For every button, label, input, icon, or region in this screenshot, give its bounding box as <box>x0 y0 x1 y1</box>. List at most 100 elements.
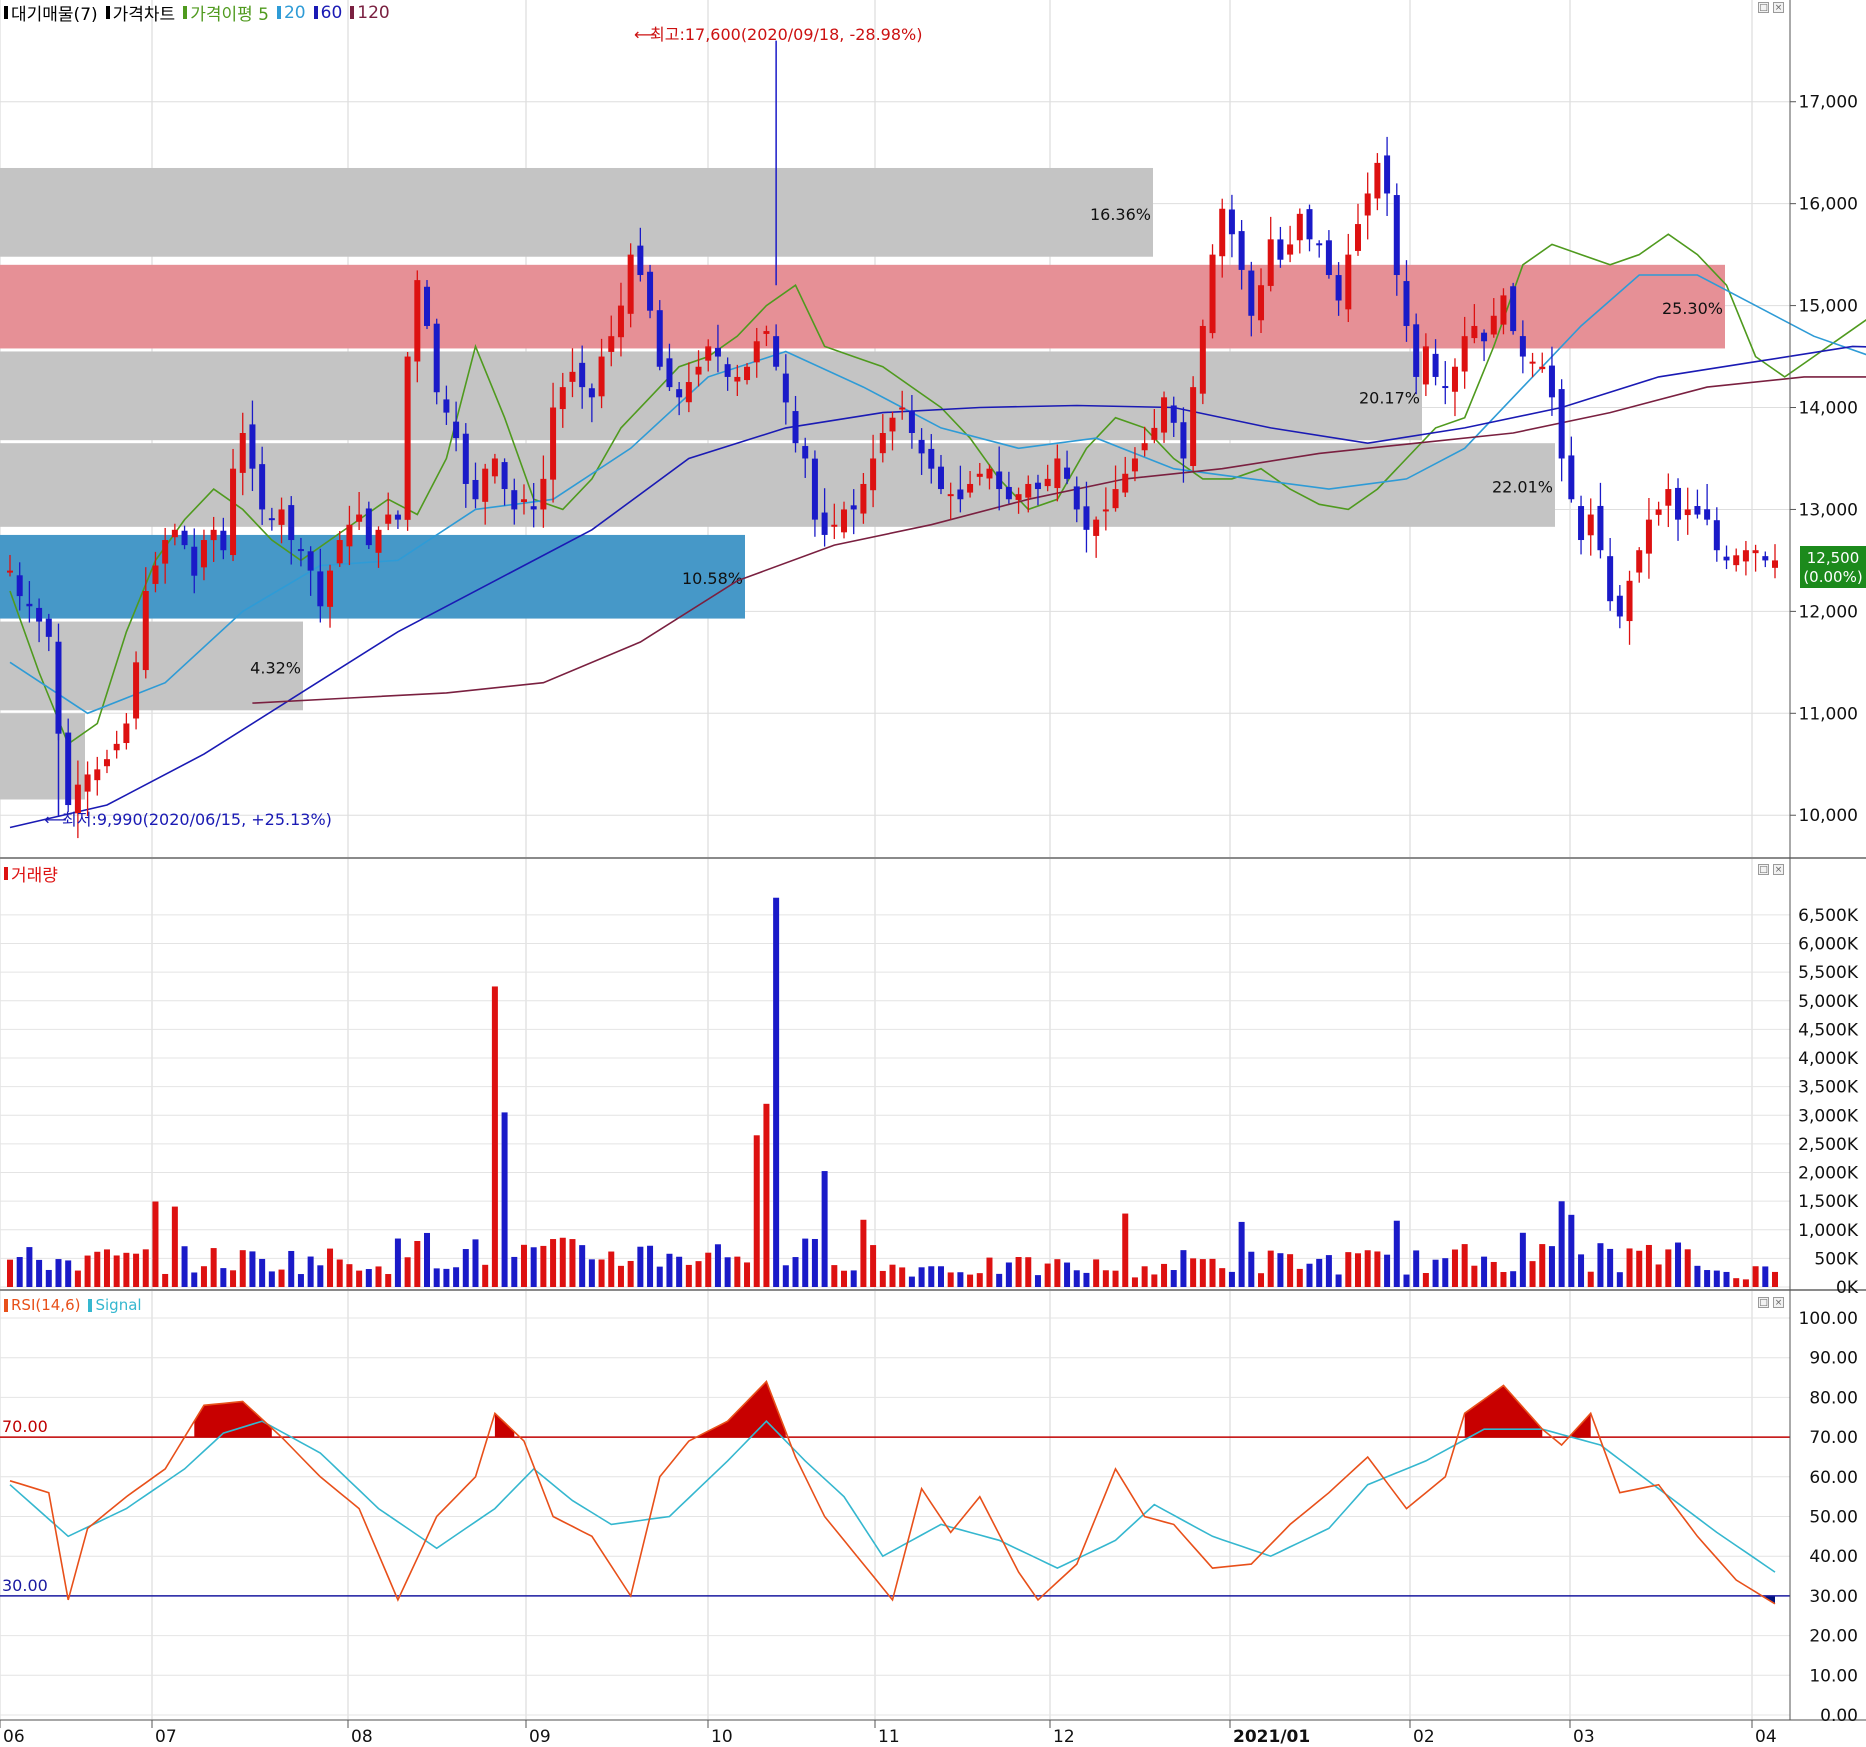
legend-item-ma5[interactable]: 가격이평 5 <box>183 0 269 25</box>
candle-body <box>472 479 479 500</box>
volume-bar <box>1500 1272 1507 1287</box>
maximize-icon[interactable]: □ <box>1758 1297 1769 1308</box>
volume-bar <box>152 1201 159 1287</box>
candle-body <box>1636 550 1643 573</box>
candle-body <box>520 499 527 502</box>
volume-bar <box>1704 1270 1711 1287</box>
candle-body <box>1665 489 1672 506</box>
volume-bar <box>937 1266 944 1287</box>
candle-body <box>1481 332 1488 342</box>
candle-body <box>1529 361 1536 364</box>
volume-y-tick-label: 3,000K <box>1798 1106 1859 1126</box>
volume-bar <box>1713 1270 1720 1287</box>
candle-body <box>1626 580 1633 622</box>
volume-bar <box>7 1259 13 1287</box>
close-icon[interactable]: × <box>1773 2 1784 13</box>
candle-body <box>1005 486 1012 500</box>
volume-bar <box>1723 1271 1730 1287</box>
candle-body <box>1587 514 1594 536</box>
candle-body <box>627 254 634 314</box>
candle-body <box>375 529 382 553</box>
candle-body <box>1675 487 1682 520</box>
candle-body <box>94 769 101 781</box>
volume-bar <box>133 1253 140 1287</box>
volume-bar <box>1025 1257 1032 1287</box>
candle-body <box>569 371 576 382</box>
candle-body <box>1180 422 1187 459</box>
stock-chart-canvas[interactable]: 4.32% 10.58% 22.01% 20.17% 25.30% 16.36% 70.0… <box>0 0 1866 1747</box>
candle-body <box>1500 295 1507 325</box>
volume-y-tick-label: 4,500K <box>1798 1020 1859 1040</box>
candle-body <box>220 530 227 551</box>
low-annotation: 최저:9,990(2020/06/15, +25.13%) <box>62 810 332 829</box>
volume-bar <box>103 1249 110 1287</box>
candle-body <box>200 540 207 568</box>
volume-bar <box>1578 1254 1585 1287</box>
candle-body <box>1374 162 1381 199</box>
volume-bar <box>928 1266 935 1287</box>
maximize-icon[interactable]: □ <box>1758 2 1769 13</box>
candle-body <box>1451 366 1458 392</box>
volume-bar <box>327 1248 334 1287</box>
candle-body <box>317 571 324 607</box>
volume-bar <box>1151 1274 1158 1287</box>
volume-bar <box>36 1259 43 1287</box>
candle-body <box>133 662 140 719</box>
price-y-tick-label: 10,000 <box>1799 806 1858 826</box>
candle-body <box>1645 519 1652 554</box>
candle-body <box>928 448 935 469</box>
maximize-icon[interactable]: □ <box>1758 864 1769 875</box>
volume-bar <box>1238 1221 1245 1287</box>
legend-item-price-chart[interactable]: 가격차트 <box>105 0 175 25</box>
volume-bar <box>1645 1244 1652 1287</box>
volume-bar <box>1296 1268 1303 1287</box>
candle-body <box>734 376 741 382</box>
volume-bar <box>375 1266 382 1287</box>
volume-bar <box>957 1272 964 1287</box>
volume-bar <box>1762 1266 1769 1287</box>
volume-bar <box>1073 1270 1080 1287</box>
legend-item-signal[interactable]: Signal <box>88 1296 142 1314</box>
candle-body <box>346 524 353 547</box>
legend-item-ma20[interactable]: 20 <box>276 3 306 23</box>
candle-body <box>1131 458 1138 472</box>
price-y-tick-label: 13,000 <box>1799 500 1858 520</box>
legend-item-volume-profile[interactable]: 대기매물(7) <box>4 0 98 25</box>
volume-bar <box>976 1273 983 1287</box>
volume-y-tick-label: 6,000K <box>1798 935 1859 955</box>
volume-bar <box>996 1273 1003 1287</box>
candle-body <box>103 759 110 767</box>
volume-bar <box>714 1244 721 1287</box>
candle-body <box>1354 224 1361 251</box>
price-panel-controls: □ × <box>1758 2 1784 13</box>
volume-bar <box>511 1256 518 1287</box>
candle-body <box>1102 509 1109 512</box>
volume-bar <box>1054 1259 1061 1287</box>
close-icon[interactable]: × <box>1773 1297 1784 1308</box>
x-tick-label: 02 <box>1413 1727 1435 1747</box>
legend-item-volume[interactable]: 거래량 <box>4 861 58 886</box>
legend-item-rsi[interactable]: RSI(14,6) <box>4 1296 80 1314</box>
x-tick-label: 08 <box>351 1727 373 1747</box>
volume-profile-band <box>0 351 1422 441</box>
close-icon[interactable]: × <box>1773 864 1784 875</box>
volume-y-tick-label: 1,500K <box>1798 1192 1859 1212</box>
current-price-badge: 12,500 (0.00%) <box>1800 546 1866 588</box>
volume-bar <box>1180 1250 1187 1287</box>
candle-body <box>1403 281 1410 326</box>
rsi-level-label: 70.00 <box>2 1417 48 1436</box>
candle-body <box>1558 389 1565 459</box>
candle-body <box>967 483 974 493</box>
volume-bar <box>1548 1246 1555 1287</box>
low-arrow: ⟵ <box>44 810 67 829</box>
legend-item-ma60[interactable]: 60 <box>313 3 342 23</box>
candle-body <box>559 387 566 410</box>
candle-body <box>763 331 770 334</box>
legend-item-ma120[interactable]: 120 <box>350 3 390 23</box>
price-y-tick-label: 15,000 <box>1799 297 1858 317</box>
rsi-level-label: 30.00 <box>2 1576 48 1595</box>
candle-body <box>65 732 72 806</box>
volume-panel-controls: □ × <box>1758 864 1784 875</box>
candle-body <box>1296 213 1303 241</box>
x-tick-label: 04 <box>1755 1727 1777 1747</box>
